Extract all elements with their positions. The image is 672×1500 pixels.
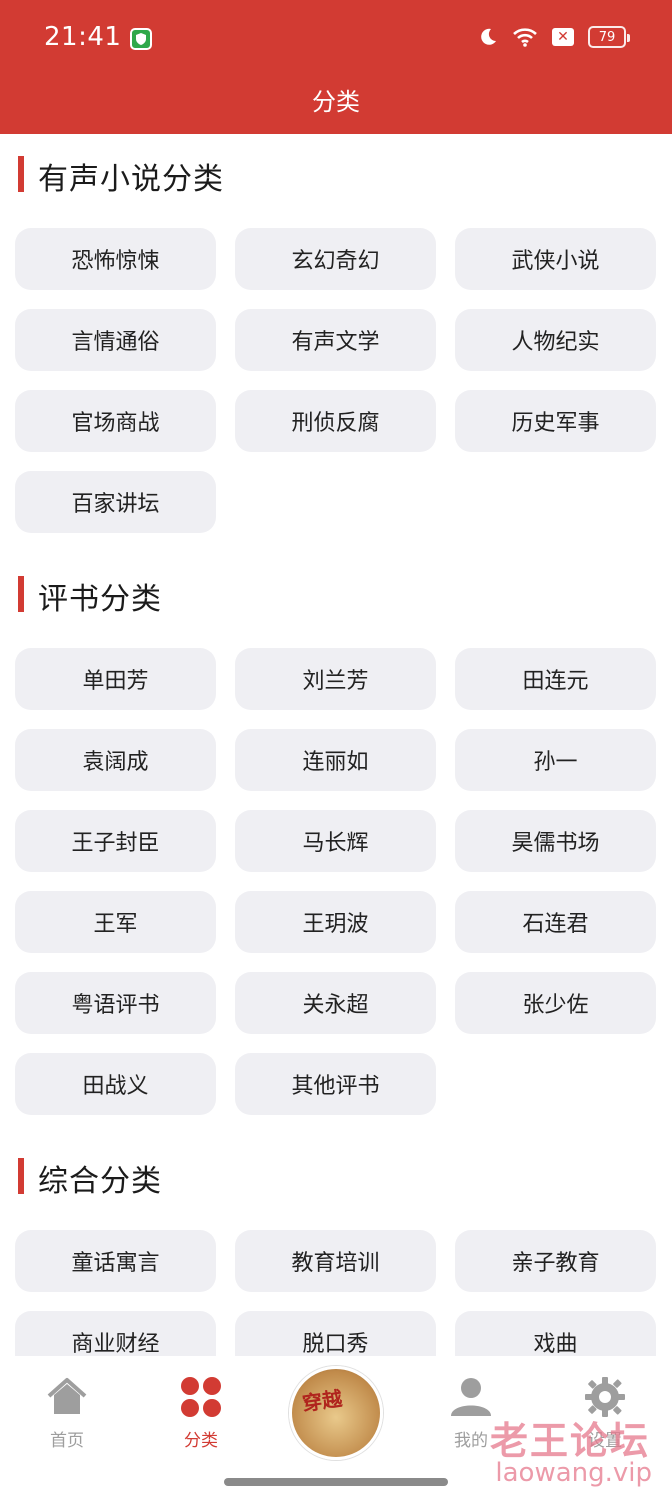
category-chip[interactable]: 刑侦反腐 xyxy=(235,390,436,452)
category-chip[interactable]: 其他评书 xyxy=(235,1053,436,1115)
category-icon xyxy=(181,1377,221,1417)
category-chip[interactable]: 百家讲坛 xyxy=(15,471,216,533)
section-audio-novel: 有声小说分类 恐怖惊悚 玄幻奇幻 武侠小说 言情通俗 有声文学 人物纪实 官场商… xyxy=(0,134,672,533)
section-title: 有声小说分类 xyxy=(38,162,224,197)
category-chip[interactable]: 脱口秀 xyxy=(235,1311,436,1356)
category-chip[interactable]: 童话寓言 xyxy=(15,1230,216,1292)
category-chip[interactable]: 亲子教育 xyxy=(455,1230,656,1292)
category-chip[interactable]: 王玥波 xyxy=(235,891,436,953)
section-title: 综合分类 xyxy=(38,1164,162,1199)
category-chip[interactable]: 粤语评书 xyxy=(15,972,216,1034)
category-chip[interactable]: 王军 xyxy=(15,891,216,953)
category-chip[interactable]: 连丽如 xyxy=(235,729,436,791)
moon-icon xyxy=(481,28,496,45)
category-chip[interactable]: 关永超 xyxy=(235,972,436,1034)
category-chip[interactable]: 石连君 xyxy=(455,891,656,953)
section-storytelling: 评书分类 单田芳 刘兰芳 田连元 袁阔成 连丽如 孙一 王子封臣 马长辉 昊儒书… xyxy=(0,554,672,1115)
category-chip[interactable]: 田连元 xyxy=(455,648,656,710)
tab-label: 首页 xyxy=(50,1431,84,1451)
category-chip[interactable]: 恐怖惊悚 xyxy=(15,228,216,290)
sim-x-icon: ✕ xyxy=(552,28,574,46)
tab-home[interactable]: 首页 xyxy=(22,1376,112,1451)
section-general: 综合分类 童话寓言 教育培训 亲子教育 商业财经 脱口秀 戏曲 xyxy=(0,1136,672,1356)
category-chip[interactable]: 言情通俗 xyxy=(15,309,216,371)
section-header: 综合分类 xyxy=(0,1136,672,1216)
tab-category[interactable]: 分类 xyxy=(156,1376,246,1451)
battery-icon: 79 xyxy=(588,26,630,48)
category-chip[interactable]: 人物纪实 xyxy=(455,309,656,371)
category-chip[interactable]: 戏曲 xyxy=(455,1311,656,1356)
section-header: 有声小说分类 xyxy=(0,134,672,214)
category-chip[interactable]: 孙一 xyxy=(455,729,656,791)
category-chip[interactable]: 昊儒书场 xyxy=(455,810,656,872)
category-content[interactable]: 有声小说分类 恐怖惊悚 玄幻奇幻 武侠小说 言情通俗 有声文学 人物纪实 官场商… xyxy=(0,134,672,1356)
category-chip[interactable]: 历史军事 xyxy=(455,390,656,452)
category-chip[interactable]: 商业财经 xyxy=(15,1311,216,1356)
section-accent-bar xyxy=(18,1158,24,1194)
status-time: 21:41 xyxy=(44,22,122,52)
status-icons: ✕ 79 xyxy=(478,26,630,48)
tab-label: 分类 xyxy=(184,1431,218,1451)
watermark-url: laowang.vip xyxy=(495,1458,652,1488)
category-chip[interactable]: 有声文学 xyxy=(235,309,436,371)
section-title: 评书分类 xyxy=(38,582,162,617)
category-chip[interactable]: 王子封臣 xyxy=(15,810,216,872)
category-chip[interactable]: 田战义 xyxy=(15,1053,216,1115)
page-title: 分类 xyxy=(312,88,360,116)
category-chip[interactable]: 教育培训 xyxy=(235,1230,436,1292)
app-header: 21:41 ✕ 79 分类 xyxy=(0,0,672,134)
cover-title: 穿越 xyxy=(300,1386,344,1416)
category-chip[interactable]: 刘兰芳 xyxy=(235,648,436,710)
home-icon xyxy=(47,1378,87,1414)
category-grid: 单田芳 刘兰芳 田连元 袁阔成 连丽如 孙一 王子封臣 马长辉 昊儒书场 王军 … xyxy=(0,634,672,1115)
battery-level: 79 xyxy=(598,29,616,45)
section-accent-bar xyxy=(18,156,24,192)
shield-icon xyxy=(130,28,152,50)
section-accent-bar xyxy=(18,576,24,612)
category-grid: 恐怖惊悚 玄幻奇幻 武侠小说 言情通俗 有声文学 人物纪实 官场商战 刑侦反腐 … xyxy=(0,214,672,533)
category-chip[interactable]: 张少佐 xyxy=(455,972,656,1034)
category-chip[interactable]: 单田芳 xyxy=(15,648,216,710)
category-chip[interactable]: 袁阔成 xyxy=(15,729,216,791)
category-chip[interactable]: 官场商战 xyxy=(15,390,216,452)
now-playing-cover[interactable]: 穿越 xyxy=(289,1366,383,1460)
category-chip[interactable]: 玄幻奇幻 xyxy=(235,228,436,290)
category-chip[interactable]: 马长辉 xyxy=(235,810,436,872)
user-icon xyxy=(451,1378,491,1416)
home-indicator[interactable] xyxy=(224,1478,448,1486)
category-grid: 童话寓言 教育培训 亲子教育 商业财经 脱口秀 戏曲 xyxy=(0,1216,672,1356)
section-header: 评书分类 xyxy=(0,554,672,634)
watermark-text: 老王论坛 xyxy=(489,1419,650,1463)
category-chip[interactable]: 武侠小说 xyxy=(455,228,656,290)
wifi-icon xyxy=(513,28,537,47)
